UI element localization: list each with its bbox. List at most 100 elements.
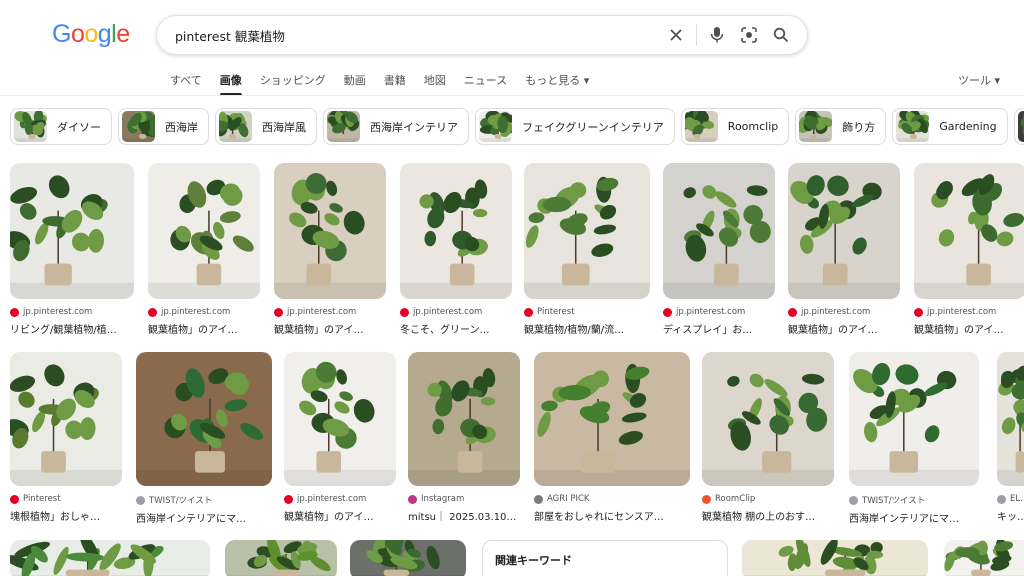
google-logo[interactable]: Google [52, 20, 130, 49]
image-result[interactable]: Pinterest 観葉植物/植物/蘭/流… [524, 163, 650, 336]
result-thumbnail[interactable] [534, 352, 690, 486]
result-thumbnail[interactable] [284, 352, 396, 486]
result-thumbnail[interactable] [702, 352, 834, 486]
result-title[interactable]: 観葉植物」のアイ… [284, 508, 396, 523]
chip-0[interactable]: ダイソー [10, 108, 112, 145]
result-thumbnail[interactable] [997, 352, 1024, 486]
result-title[interactable]: ディスプレイ」お… [663, 321, 775, 336]
result-thumbnail[interactable] [400, 163, 512, 299]
result-source[interactable]: TWIST/ツイスト [849, 494, 979, 506]
result-thumbnail[interactable] [849, 352, 979, 486]
image-result[interactable] [350, 540, 466, 576]
image-result[interactable]: jp.pinterest.com 冬こそ、グリーン… [400, 163, 512, 336]
image-result[interactable]: jp.pinterest.com ディスプレイ」お… [663, 163, 775, 336]
result-thumbnail[interactable] [225, 540, 337, 576]
result-title[interactable]: 西海岸インテリアにマ… [136, 510, 272, 525]
chip-5[interactable]: Roomclip [680, 108, 790, 145]
result-title[interactable]: mitsu｜ 2025.03.10… [408, 508, 520, 523]
result-source[interactable]: jp.pinterest.com [148, 307, 260, 317]
result-title[interactable]: キッ… [997, 508, 1024, 523]
image-result[interactable] [742, 540, 928, 576]
chip-1[interactable]: 西海岸 [118, 108, 209, 145]
result-title[interactable]: 観葉植物」のアイ… [788, 321, 900, 336]
result-title[interactable]: 部屋をおしゃれにセンスア… [534, 508, 690, 523]
chip-6[interactable]: 飾り方 [795, 108, 887, 145]
image-result[interactable] [944, 540, 1024, 576]
result-thumbnail[interactable] [274, 163, 386, 299]
result-title[interactable]: 観葉植物 棚の上のおす… [702, 508, 834, 523]
result-title[interactable]: 西海岸インテリアにマ… [849, 510, 979, 525]
result-source[interactable]: jp.pinterest.com [400, 307, 512, 317]
result-thumbnail[interactable] [10, 163, 134, 299]
result-thumbnail[interactable] [742, 540, 928, 576]
image-result[interactable]: RoomClip 観葉植物 棚の上のおす… [702, 352, 834, 523]
result-thumbnail[interactable] [148, 163, 260, 299]
result-thumbnail[interactable] [350, 540, 466, 576]
chip-2[interactable]: 西海岸風 [215, 108, 317, 145]
result-title[interactable]: 冬こそ、グリーン… [400, 321, 512, 336]
result-source[interactable]: jp.pinterest.com [914, 307, 1024, 317]
result-title[interactable]: 観葉植物」のアイ… [914, 321, 1024, 336]
result-source[interactable]: jp.pinterest.com [10, 307, 134, 317]
result-thumbnail[interactable] [10, 540, 210, 576]
search-input[interactable]: pinterest 観葉植物 [175, 26, 660, 45]
image-result[interactable]: jp.pinterest.com 観葉植物」のアイ… [284, 352, 396, 523]
result-source[interactable]: Pinterest [524, 307, 650, 317]
result-thumbnail[interactable] [788, 163, 900, 299]
chip-7[interactable]: Gardening [892, 108, 1008, 145]
image-result[interactable]: AGRI PICK 部屋をおしゃれにセンスア… [534, 352, 690, 523]
result-source[interactable]: Instagram [408, 494, 520, 504]
image-result[interactable]: EL… キッ… [997, 352, 1024, 523]
result-title[interactable]: 観葉植物」のアイ… [148, 321, 260, 336]
tab-2[interactable]: ショッピング [260, 72, 326, 92]
image-result[interactable]: jp.pinterest.com 観葉植物」のアイ… [788, 163, 900, 336]
chip-3[interactable]: 西海岸インテリア [323, 108, 469, 145]
search-box[interactable]: pinterest 観葉植物 [156, 15, 808, 55]
image-result[interactable] [225, 540, 337, 576]
tab-1[interactable]: 画像 [219, 72, 242, 96]
result-thumbnail[interactable] [524, 163, 650, 299]
result-source[interactable]: RoomClip [702, 494, 834, 504]
image-result[interactable]: jp.pinterest.com 観葉植物」のアイ… [914, 163, 1024, 336]
result-thumbnail[interactable] [944, 540, 1024, 576]
chip-4[interactable]: フェイクグリーンインテリア [475, 108, 675, 145]
result-title[interactable]: 観葉植物」のアイ… [274, 321, 386, 336]
image-result[interactable]: jp.pinterest.com 観葉植物」のアイ… [274, 163, 386, 336]
result-source[interactable]: jp.pinterest.com [274, 307, 386, 317]
result-source[interactable]: AGRI PICK [534, 494, 690, 504]
search-icon[interactable] [765, 19, 797, 51]
result-thumbnail[interactable] [10, 352, 122, 486]
result-source[interactable]: jp.pinterest.com [788, 307, 900, 317]
image-result[interactable]: Instagram mitsu｜ 2025.03.10… [408, 352, 520, 523]
tab-3[interactable]: 動画 [344, 72, 366, 92]
chip-8[interactable] [1013, 108, 1024, 145]
result-source[interactable]: EL… [997, 494, 1024, 504]
result-source[interactable]: TWIST/ツイスト [136, 494, 272, 506]
image-result[interactable] [10, 540, 210, 576]
result-title[interactable]: 塊根植物」おしゃ… [10, 508, 122, 523]
site-favicon-icon [849, 495, 858, 505]
tab-4[interactable]: 書籍 [384, 72, 406, 92]
tab-5[interactable]: 地図 [424, 72, 446, 92]
result-thumbnail[interactable] [408, 352, 520, 486]
result-thumbnail[interactable] [136, 352, 272, 486]
lens-icon[interactable] [733, 19, 765, 51]
result-thumbnail[interactable] [914, 163, 1024, 299]
result-thumbnail[interactable] [663, 163, 775, 299]
result-source[interactable]: jp.pinterest.com [284, 494, 396, 504]
tab-6[interactable]: ニュース [464, 72, 507, 92]
result-title[interactable]: リビング/観葉植物/植… [10, 321, 134, 336]
clear-icon[interactable] [660, 19, 692, 51]
tab-0[interactable]: すべて [170, 72, 202, 92]
tools-button[interactable]: ツール ▾ [958, 72, 1000, 88]
image-result[interactable]: TWIST/ツイスト 西海岸インテリアにマ… [136, 352, 272, 525]
result-source[interactable]: jp.pinterest.com [663, 307, 775, 317]
tab-7[interactable]: もっと見る ▾ [525, 72, 589, 92]
image-result[interactable]: jp.pinterest.com リビング/観葉植物/植… [10, 163, 134, 336]
image-result[interactable]: jp.pinterest.com 観葉植物」のアイ… [148, 163, 260, 336]
result-source[interactable]: Pinterest [10, 494, 122, 504]
result-title[interactable]: 観葉植物/植物/蘭/流… [524, 321, 650, 336]
image-result[interactable]: Pinterest 塊根植物」おしゃ… [10, 352, 122, 523]
image-result[interactable]: TWIST/ツイスト 西海岸インテリアにマ… [849, 352, 979, 525]
mic-icon[interactable] [701, 19, 733, 51]
